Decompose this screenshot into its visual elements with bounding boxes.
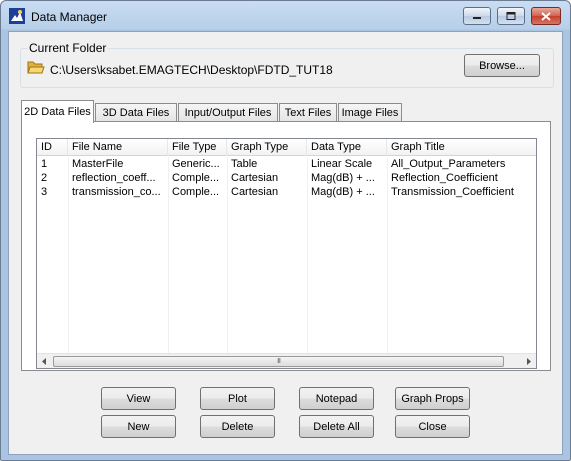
horizontal-scrollbar[interactable]: III [37,353,536,368]
cell-data-type: Mag(dB) + ... [311,172,375,184]
list-header: ID File Name File Type Graph Type Data T… [37,139,536,156]
scroll-left-button[interactable] [37,354,52,368]
column-header-file-name[interactable]: File Name [68,139,168,156]
delete-button[interactable]: Delete [200,415,275,438]
maximize-button[interactable] [497,7,525,25]
tab-3d-data-files[interactable]: 3D Data Files [95,103,177,122]
close-button[interactable]: Close [395,415,470,438]
tab-panel-2d-data-files: ID File Name File Type Graph Type Data T… [21,121,551,371]
list-rows: 1 MasterFile Generic... Table Linear Sca… [37,157,536,199]
cell-id: 2 [41,172,48,184]
minimize-icon [473,17,481,19]
scrollbar-grip: III [277,358,281,365]
cell-file-name: transmission_co... [72,186,161,198]
cell-graph-type: Table [231,158,258,170]
view-button[interactable]: View [101,387,176,410]
column-header-id[interactable]: ID [37,139,68,156]
delete-all-button[interactable]: Delete All [299,415,374,438]
scrollbar-thumb[interactable]: III [53,356,504,367]
cell-graph-type: Cartesian [231,186,279,198]
tab-image-files[interactable]: Image Files [338,103,402,122]
dialog-client-area: Current Folder C:\Users\ksabet.EMAGTECH\… [8,31,563,455]
cell-graph-title: Reflection_Coefficient [391,172,498,184]
table-row[interactable]: 1 MasterFile Generic... Table Linear Sca… [37,157,536,171]
cell-file-type: Comple... [172,186,220,198]
cell-file-type: Comple... [172,172,220,184]
table-row[interactable]: 3 transmission_co... Comple... Cartesian… [37,185,536,199]
cell-data-type: Mag(dB) + ... [311,186,375,198]
cell-id: 1 [41,158,48,170]
app-icon [9,8,25,24]
close-icon [541,11,551,21]
current-folder-path: C:\Users\ksabet.EMAGTECH\Desktop\FDTD_TU… [50,63,333,77]
graph-props-button[interactable]: Graph Props [395,387,470,410]
close-window-button[interactable] [531,7,561,25]
title-bar[interactable]: Data Manager [1,1,570,31]
tab-2d-data-files[interactable]: 2D Data Files [21,100,94,123]
minimize-button[interactable] [463,7,491,25]
maximize-icon [506,12,516,20]
data-files-list[interactable]: ID File Name File Type Graph Type Data T… [36,138,537,369]
cell-data-type: Linear Scale [311,158,373,170]
column-header-graph-type[interactable]: Graph Type [227,139,307,156]
tab-input-output-files[interactable]: Input/Output Files [178,103,278,122]
cell-graph-type: Cartesian [231,172,279,184]
cell-file-name: MasterFile [72,158,124,170]
cell-id: 3 [41,186,48,198]
cell-file-name: reflection_coeff... [72,172,156,184]
cell-graph-title: Transmission_Coefficient [391,186,514,198]
column-header-data-type[interactable]: Data Type [307,139,387,156]
current-folder-legend: Current Folder [27,41,109,55]
chevron-right-icon [527,358,531,365]
column-header-file-type[interactable]: File Type [168,139,227,156]
new-button[interactable]: New [101,415,176,438]
notepad-button[interactable]: Notepad [299,387,374,410]
window-title: Data Manager [31,10,108,24]
chevron-left-icon [42,358,46,365]
data-manager-window: Data Manager Current Folder C:\Users\ksa… [0,0,571,461]
cell-graph-title: All_Output_Parameters [391,158,506,170]
folder-open-icon [27,61,45,74]
browse-button[interactable]: Browse... [464,54,540,77]
table-row[interactable]: 2 reflection_coeff... Comple... Cartesia… [37,171,536,185]
plot-button[interactable]: Plot [200,387,275,410]
column-header-graph-title[interactable]: Graph Title [387,139,536,156]
cell-file-type: Generic... [172,158,220,170]
scroll-right-button[interactable] [521,354,536,368]
tab-text-files[interactable]: Text Files [279,103,337,122]
